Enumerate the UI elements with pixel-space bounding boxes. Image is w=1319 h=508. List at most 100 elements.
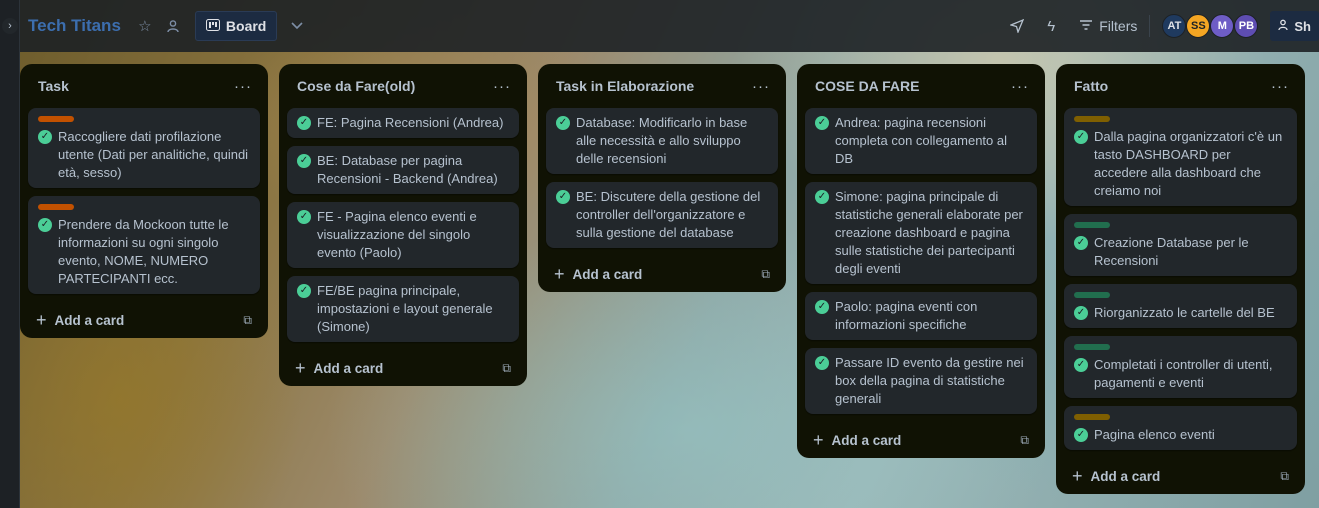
filters-button[interactable]: Filters [1079,18,1137,34]
card-title: Prendere da Mockoon tutte le informazion… [58,217,229,286]
card-label[interactable] [38,204,74,210]
check-icon[interactable]: ✓ [38,130,52,144]
card-title: BE: Database per pagina Recensioni - Bac… [317,153,498,186]
card[interactable]: ✓ Dalla pagina organizzatori c'è un tasto… [1064,108,1297,206]
card-label[interactable] [1074,222,1110,228]
add-card-row: + Add a card ⧉ [287,350,519,386]
card-title: Database: Modificarlo in base alle neces… [576,115,748,166]
card-title: Paolo: pagina eventi con informazioni sp… [835,299,978,332]
card[interactable]: ✓ FE: Pagina Recensioni (Andrea) [287,108,519,138]
add-card-label: Add a card [313,360,384,376]
check-icon[interactable]: ✓ [1074,428,1088,442]
more-icon[interactable]: ··· [1011,78,1029,95]
card-label[interactable] [1074,292,1110,298]
template-icon[interactable]: ⧉ [243,313,252,328]
card[interactable]: ✓ Raccogliere dati profilazione utente (D… [28,108,260,188]
check-icon[interactable]: ✓ [297,116,311,130]
card[interactable]: ✓ BE: Database per pagina Recensioni - Ba… [287,146,519,194]
check-icon[interactable]: ✓ [815,356,829,370]
add-card-button[interactable]: + Add a card [36,311,124,329]
more-icon[interactable]: ··· [234,78,252,95]
check-icon[interactable]: ✓ [556,116,570,130]
check-icon[interactable]: ✓ [38,218,52,232]
list-title[interactable]: Task [38,78,69,94]
plus-icon: + [554,264,565,284]
check-icon[interactable]: ✓ [556,190,570,204]
card[interactable]: ✓ Pagina elenco eventi [1064,406,1297,450]
avatar[interactable]: PB [1234,14,1259,38]
card-label[interactable] [1074,414,1110,420]
card[interactable]: ✓ Andrea: pagina recensioni completa con … [805,108,1037,174]
list-title[interactable]: COSE DA FARE [815,78,920,94]
automation-icon[interactable]: ϟ [1037,12,1065,40]
star-icon[interactable]: ☆ [131,12,159,40]
card-label[interactable] [38,116,74,122]
card[interactable]: ✓ Database: Modificarlo in base alle nece… [546,108,778,174]
card[interactable]: ✓ Riorganizzato le cartelle del BE [1064,284,1297,328]
add-card-label: Add a card [54,312,125,328]
check-icon[interactable]: ✓ [815,190,829,204]
card-title: FE: Pagina Recensioni (Andrea) [317,115,504,130]
plus-icon: + [813,430,824,450]
list-title[interactable]: Task in Elaborazione [556,78,694,94]
check-icon[interactable]: ✓ [1074,130,1088,144]
check-icon[interactable]: ✓ [815,116,829,130]
share-button[interactable]: Sh [1270,11,1319,41]
avatar[interactable]: AT [1162,14,1187,38]
card[interactable]: ✓ Completati i controller di utenti, paga… [1064,336,1297,398]
add-card-row: + Add a card ⧉ [1064,458,1297,494]
filters-label: Filters [1099,18,1138,34]
list-title[interactable]: Cose da Fare(old) [297,78,415,94]
card[interactable]: ✓ Passare ID evento da gestire nei box de… [805,348,1037,414]
add-card-row: + Add a card ⧉ [805,422,1037,458]
more-icon[interactable]: ··· [752,78,770,95]
list-title[interactable]: Fatto [1074,78,1108,94]
filter-icon [1079,18,1093,34]
card[interactable]: ✓ FE - Pagina elenco eventi e visualizzaz… [287,202,519,268]
card[interactable]: ✓ Prendere da Mockoon tutte le informazio… [28,196,260,294]
add-card-button[interactable]: + Add a card [1072,467,1160,485]
more-icon[interactable]: ··· [1271,78,1289,95]
check-icon[interactable]: ✓ [1074,358,1088,372]
card[interactable]: ✓ Paolo: pagina eventi con informazioni s… [805,292,1037,340]
template-icon[interactable]: ⧉ [1280,469,1289,484]
card-title: Passare ID evento da gestire nei box del… [835,355,1024,406]
template-icon[interactable]: ⧉ [502,361,511,376]
add-person-icon [1278,19,1290,34]
board-view-button[interactable]: Board [194,11,278,41]
card-title: Completati i controller di utenti, pagam… [1094,357,1273,390]
add-card-button[interactable]: + Add a card [554,265,642,283]
card-label[interactable] [1074,344,1110,350]
sidebar-toggle[interactable]: › [0,0,20,508]
add-card-button[interactable]: + Add a card [295,359,383,377]
plus-icon: + [36,310,47,330]
card[interactable]: ✓ FE/BE pagina principale, impostazioni e… [287,276,519,342]
check-icon[interactable]: ✓ [815,300,829,314]
check-icon[interactable]: ✓ [297,284,311,298]
check-icon[interactable]: ✓ [297,210,311,224]
list-cose-da-fare-old: Cose da Fare(old) ··· ✓ FE: Pagina Recens… [279,64,527,386]
plus-icon: + [1072,466,1083,486]
check-icon[interactable]: ✓ [297,154,311,168]
check-icon[interactable]: ✓ [1074,236,1088,250]
card-title: Raccogliere dati profilazione utente (Da… [58,129,249,180]
chevron-right-icon[interactable]: › [2,18,18,34]
check-icon[interactable]: ✓ [1074,306,1088,320]
visibility-icon[interactable] [159,12,187,40]
add-card-button[interactable]: + Add a card [813,431,901,449]
board-title[interactable]: Tech Titans [28,16,121,36]
chevron-down-icon[interactable] [283,12,311,40]
card[interactable]: ✓ Simone: pagina principale di statistich… [805,182,1037,284]
template-icon[interactable]: ⧉ [761,267,770,282]
board-header: Tech Titans ☆ Board ϟ Filters AT SS M PB [20,0,1319,52]
more-icon[interactable]: ··· [493,78,511,95]
list-header: Task in Elaborazione ··· [546,64,778,108]
card-label[interactable] [1074,116,1110,122]
send-icon[interactable] [1003,12,1031,40]
avatar[interactable]: M [1210,14,1235,38]
card-title: Riorganizzato le cartelle del BE [1094,305,1275,320]
card[interactable]: ✓ BE: Discutere della gestione del contro… [546,182,778,248]
avatar[interactable]: SS [1186,14,1211,38]
card[interactable]: ✓ Creazione Database per le Recensioni [1064,214,1297,276]
template-icon[interactable]: ⧉ [1020,433,1029,448]
